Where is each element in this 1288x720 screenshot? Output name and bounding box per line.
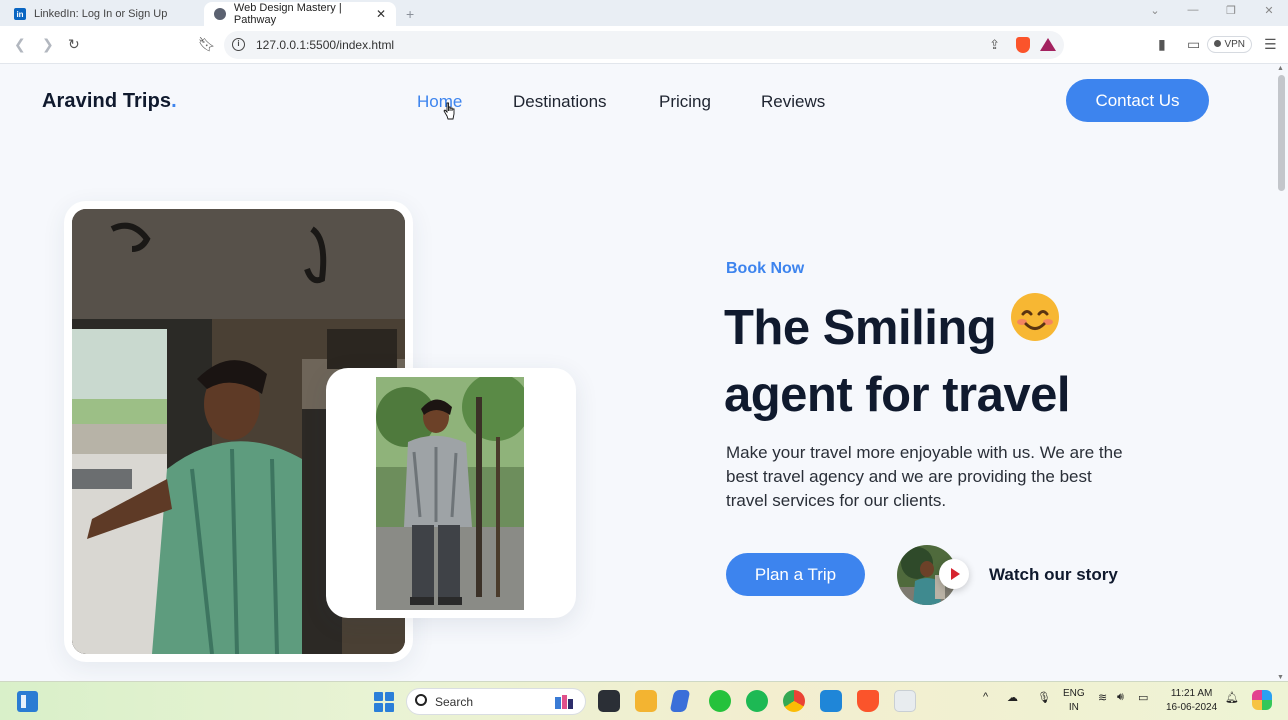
contact-us-button[interactable]: Contact Us — [1066, 79, 1209, 122]
taskbar: Search ^ ☁ 🎙︎ ENG IN ≋ 🔊︎ ▭ 11:21 AM 16-06… — [0, 681, 1288, 720]
search-icon — [415, 694, 427, 706]
page-viewport: Aravind Trips. Home Destinations Pricing… — [0, 65, 1288, 681]
forward-icon[interactable]: ❯ — [42, 36, 54, 53]
battery-icon[interactable]: ▭ — [1138, 691, 1148, 704]
browser-tab-linkedin[interactable]: in LinkedIn: Log In or Sign Up — [4, 2, 200, 26]
reload-icon[interactable]: ↻ — [68, 36, 80, 53]
hero-eyebrow: Book Now — [726, 260, 805, 277]
address-bar[interactable]: i 127.0.0.1:5500/index.html ⇪ — [224, 31, 1064, 59]
brave-shields-icon[interactable] — [1016, 37, 1030, 53]
globe-icon — [214, 8, 226, 20]
taskbar-search[interactable]: Search — [406, 688, 586, 715]
language-indicator[interactable]: ENG IN — [1063, 687, 1085, 715]
snipping-tool-icon[interactable] — [894, 690, 916, 712]
new-tab-button[interactable]: + — [406, 2, 414, 26]
minimize-button[interactable]: — — [1174, 4, 1212, 17]
file-manager-terminal-icon[interactable] — [598, 690, 620, 712]
logo-dot: . — [171, 90, 177, 112]
copilot-icon[interactable] — [1252, 690, 1272, 710]
vpn-button[interactable]: VPN — [1207, 36, 1252, 53]
secondary-photo — [376, 377, 524, 610]
hero-headline: The Smiling agent for travel — [724, 293, 1070, 427]
plan-a-trip-button[interactable]: Plan a Trip — [726, 553, 865, 596]
onedrive-icon[interactable]: ☁ — [1007, 691, 1018, 704]
hero-description: Make your travel more enjoyable with us.… — [726, 443, 1123, 510]
bookmark-icon[interactable]: 🔖︎ — [198, 36, 216, 53]
tab-title: LinkedIn: Log In or Sign Up — [34, 8, 168, 20]
window-controls: ⌄ — ❐ ✕ — [1136, 4, 1288, 17]
play-icon — [951, 568, 960, 580]
system-clock[interactable]: 11:21 AM 16-06-2024 — [1166, 687, 1217, 715]
browser-tab-strip: in LinkedIn: Log In or Sign Up Web Desig… — [0, 0, 1288, 26]
vpn-status-icon — [1214, 40, 1222, 47]
volume-icon[interactable]: 🔊︎ — [1117, 691, 1124, 704]
nav-home[interactable]: Home — [417, 92, 462, 112]
vpn-label: VPN — [1224, 39, 1245, 50]
brave-browser-icon[interactable] — [857, 690, 879, 712]
tab-search-icon[interactable]: ⌄ — [1136, 4, 1174, 17]
menu-icon[interactable]: ☰ — [1264, 36, 1277, 53]
search-placeholder: Search — [435, 695, 474, 709]
close-window-button[interactable]: ✕ — [1250, 4, 1288, 17]
share-icon[interactable]: ⇪ — [989, 37, 1000, 53]
scroll-down-icon[interactable]: ▼ — [1277, 674, 1284, 681]
microphone-icon[interactable]: 🎙︎ — [1037, 691, 1051, 704]
search-highlight-icon — [555, 695, 573, 709]
headline-line-2: agent for travel — [724, 368, 1070, 423]
play-button[interactable] — [939, 559, 969, 589]
secondary-photo-card — [326, 368, 576, 618]
smiling-face-icon — [1010, 292, 1060, 358]
start-button[interactable] — [374, 692, 394, 712]
site-info-icon[interactable]: i — [232, 38, 245, 51]
url-text[interactable]: 127.0.0.1:5500/index.html — [256, 38, 394, 52]
nav-reviews[interactable]: Reviews — [761, 92, 825, 112]
browser-tab-web-design[interactable]: Web Design Mastery | Pathway ✕ — [204, 2, 396, 26]
chrome-icon[interactable] — [783, 690, 805, 712]
page-scrollbar[interactable]: ▲ ▼ — [1274, 65, 1288, 681]
close-tab-icon[interactable]: ✕ — [376, 7, 386, 21]
wifi-icon[interactable]: ≋ — [1098, 691, 1107, 704]
browser-toolbar: ❮ ❯ ↻ 🔖︎ i 127.0.0.1:5500/index.html ⇪ ▮… — [0, 26, 1288, 64]
vscode-icon[interactable] — [820, 690, 842, 712]
hand-cursor-icon — [443, 102, 455, 120]
linkedin-icon: in — [14, 8, 26, 20]
wallet-icon[interactable]: ▭ — [1187, 36, 1200, 53]
spotify-icon[interactable] — [746, 690, 768, 712]
brave-rewards-icon[interactable] — [1040, 38, 1056, 51]
watch-story-label[interactable]: Watch our story — [989, 565, 1118, 585]
back-icon[interactable]: ❮ — [14, 36, 26, 53]
nav-pricing[interactable]: Pricing — [659, 92, 711, 112]
scroll-up-icon[interactable]: ▲ — [1277, 65, 1284, 72]
watch-story-link[interactable]: Watch our story — [897, 545, 1127, 605]
headline-line-1: The Smiling — [724, 301, 997, 355]
site-logo[interactable]: Aravind Trips. — [42, 90, 177, 113]
file-explorer-icon[interactable] — [635, 690, 657, 712]
maximize-button[interactable]: ❐ — [1212, 4, 1250, 17]
scrollbar-thumb[interactable] — [1278, 75, 1285, 191]
nav-destinations[interactable]: Destinations — [513, 92, 607, 112]
power-automate-icon[interactable] — [669, 690, 691, 712]
notification-bell-icon[interactable]: 🔔︎ — [1225, 691, 1239, 704]
widgets-icon[interactable] — [17, 691, 38, 712]
whatsapp-icon[interactable] — [709, 690, 731, 712]
show-hidden-icons[interactable]: ^ — [983, 691, 988, 703]
logo-text: Aravind Trips — [42, 90, 172, 112]
tab-title: Web Design Mastery | Pathway — [233, 2, 342, 26]
sidebar-toggle-icon[interactable]: ▮ — [1158, 36, 1166, 53]
